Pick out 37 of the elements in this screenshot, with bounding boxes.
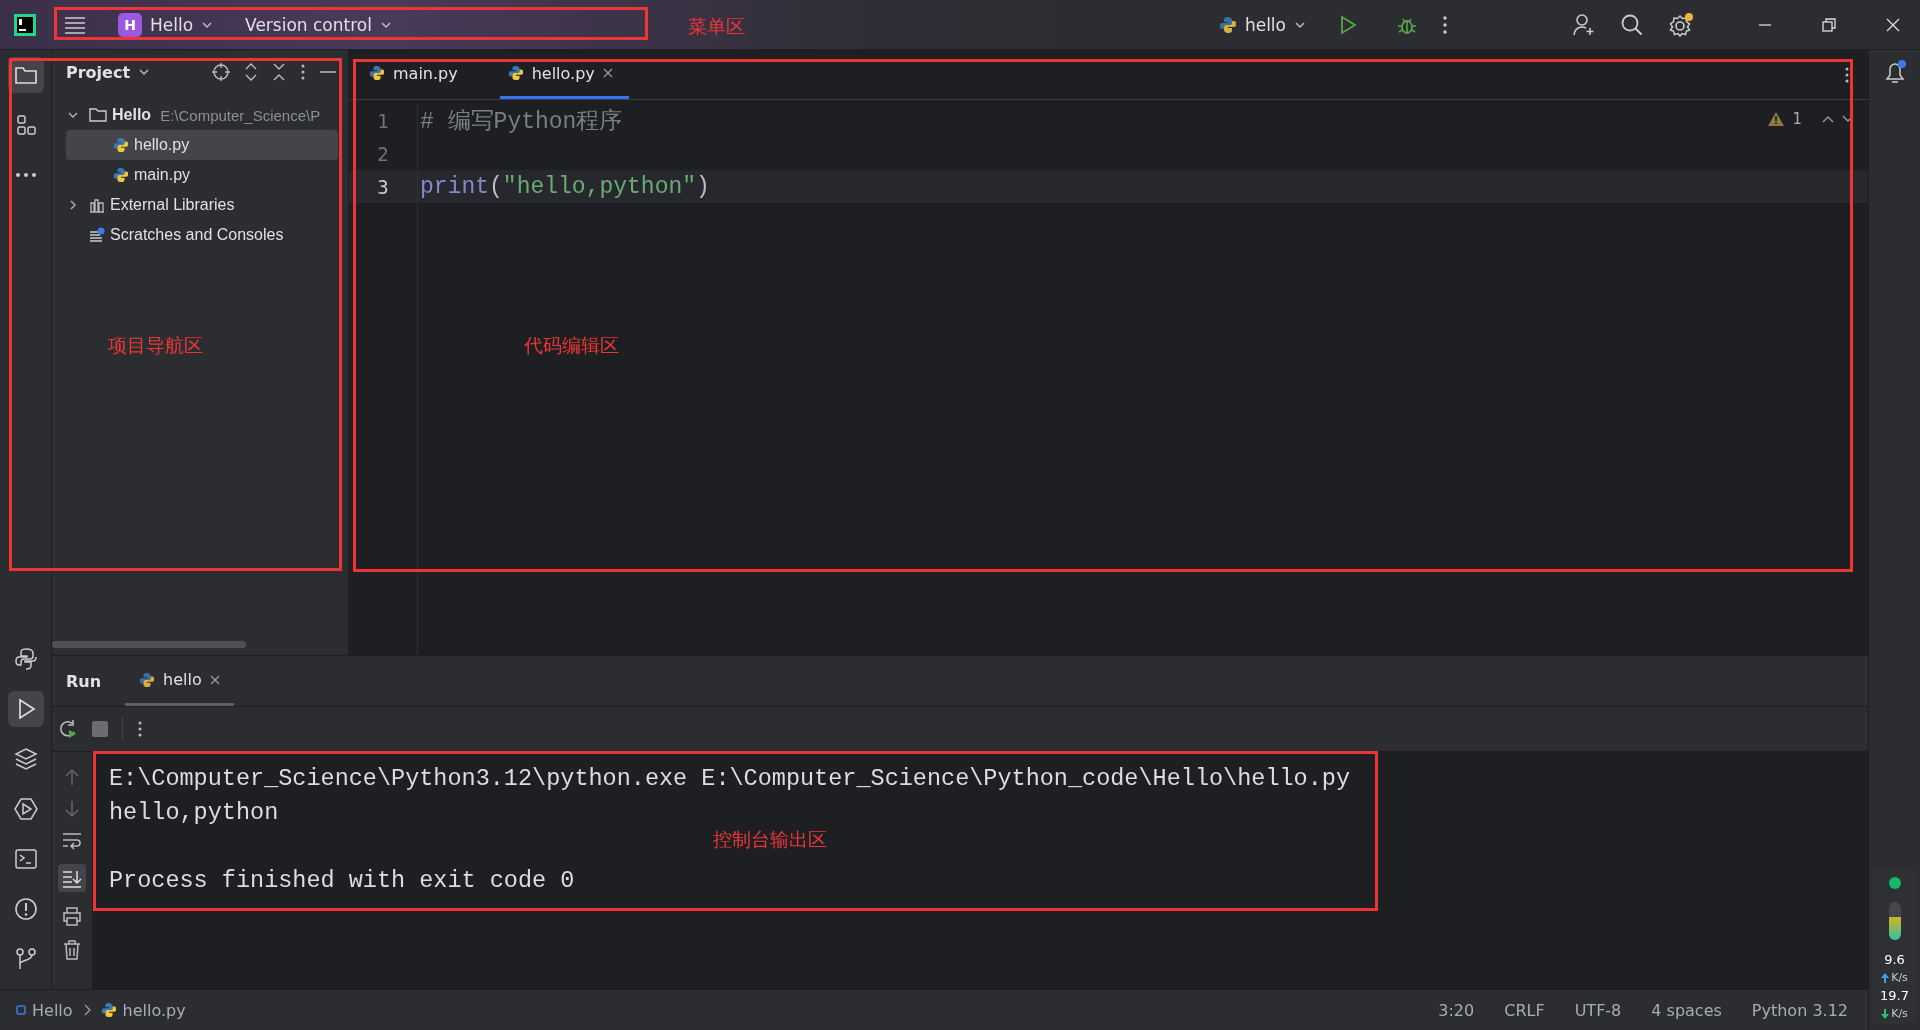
- console-output-line: hello,python: [109, 798, 280, 828]
- run-configuration[interactable]: hello: [1210, 10, 1314, 39]
- line-number: 1: [376, 109, 390, 132]
- annotation-label: 代码编辑区: [524, 333, 619, 358]
- speed-unit: K/s: [1891, 971, 1908, 984]
- project-switcher[interactable]: H Hello: [110, 8, 222, 41]
- line-number: 2: [376, 142, 390, 165]
- status-item[interactable]: Python 3.12: [1741, 1000, 1858, 1020]
- status-item[interactable]: 4 spaces: [1641, 1000, 1732, 1020]
- tree-item[interactable]: hello.py: [66, 130, 338, 160]
- version-control-menu[interactable]: Version control: [237, 10, 400, 39]
- run-tab[interactable]: hello: [125, 656, 234, 706]
- project-view-dropdown[interactable]: Project: [66, 62, 151, 82]
- warning-count[interactable]: 1: [1792, 110, 1802, 128]
- breadcrumb[interactable]: hello.py: [100, 1000, 186, 1020]
- line-number: 3: [376, 175, 390, 198]
- code-line: print("hello,python"): [420, 173, 710, 200]
- console-output-line: Process finished with exit code 0: [109, 866, 576, 896]
- console-output-line: E:\Computer_Science\Python3.12\python.exe E:\Computer_Science\Python_code\Hello\hello.py: [109, 764, 1351, 794]
- editor-tab[interactable]: hello.py: [499, 50, 629, 99]
- status-item[interactable]: CRLF: [1494, 1000, 1555, 1020]
- breadcrumb[interactable]: Hello: [16, 1000, 73, 1020]
- tree-item[interactable]: Scratches and Consoles: [52, 220, 338, 250]
- download-speed: 19.7: [1880, 988, 1909, 1003]
- tree-item[interactable]: External Libraries: [52, 190, 338, 220]
- annotation-label: 菜单区: [688, 14, 745, 39]
- code-line: # 编写Python程序: [420, 107, 623, 136]
- annotation-label: 项目导航区: [108, 333, 203, 358]
- status-item[interactable]: UTF-8: [1564, 1000, 1632, 1020]
- status-item[interactable]: 3:20: [1428, 1000, 1485, 1020]
- editor-tab[interactable]: main.py: [361, 50, 474, 99]
- tree-item[interactable]: Hello E:\Computer_Science\P: [52, 100, 338, 130]
- speed-unit: K/s: [1891, 1007, 1908, 1020]
- upload-speed: 9.6: [1884, 952, 1905, 967]
- annotation-label: 控制台输出区: [713, 827, 827, 852]
- run-panel-title: Run: [66, 671, 102, 691]
- tree-item[interactable]: main.py: [52, 160, 338, 190]
